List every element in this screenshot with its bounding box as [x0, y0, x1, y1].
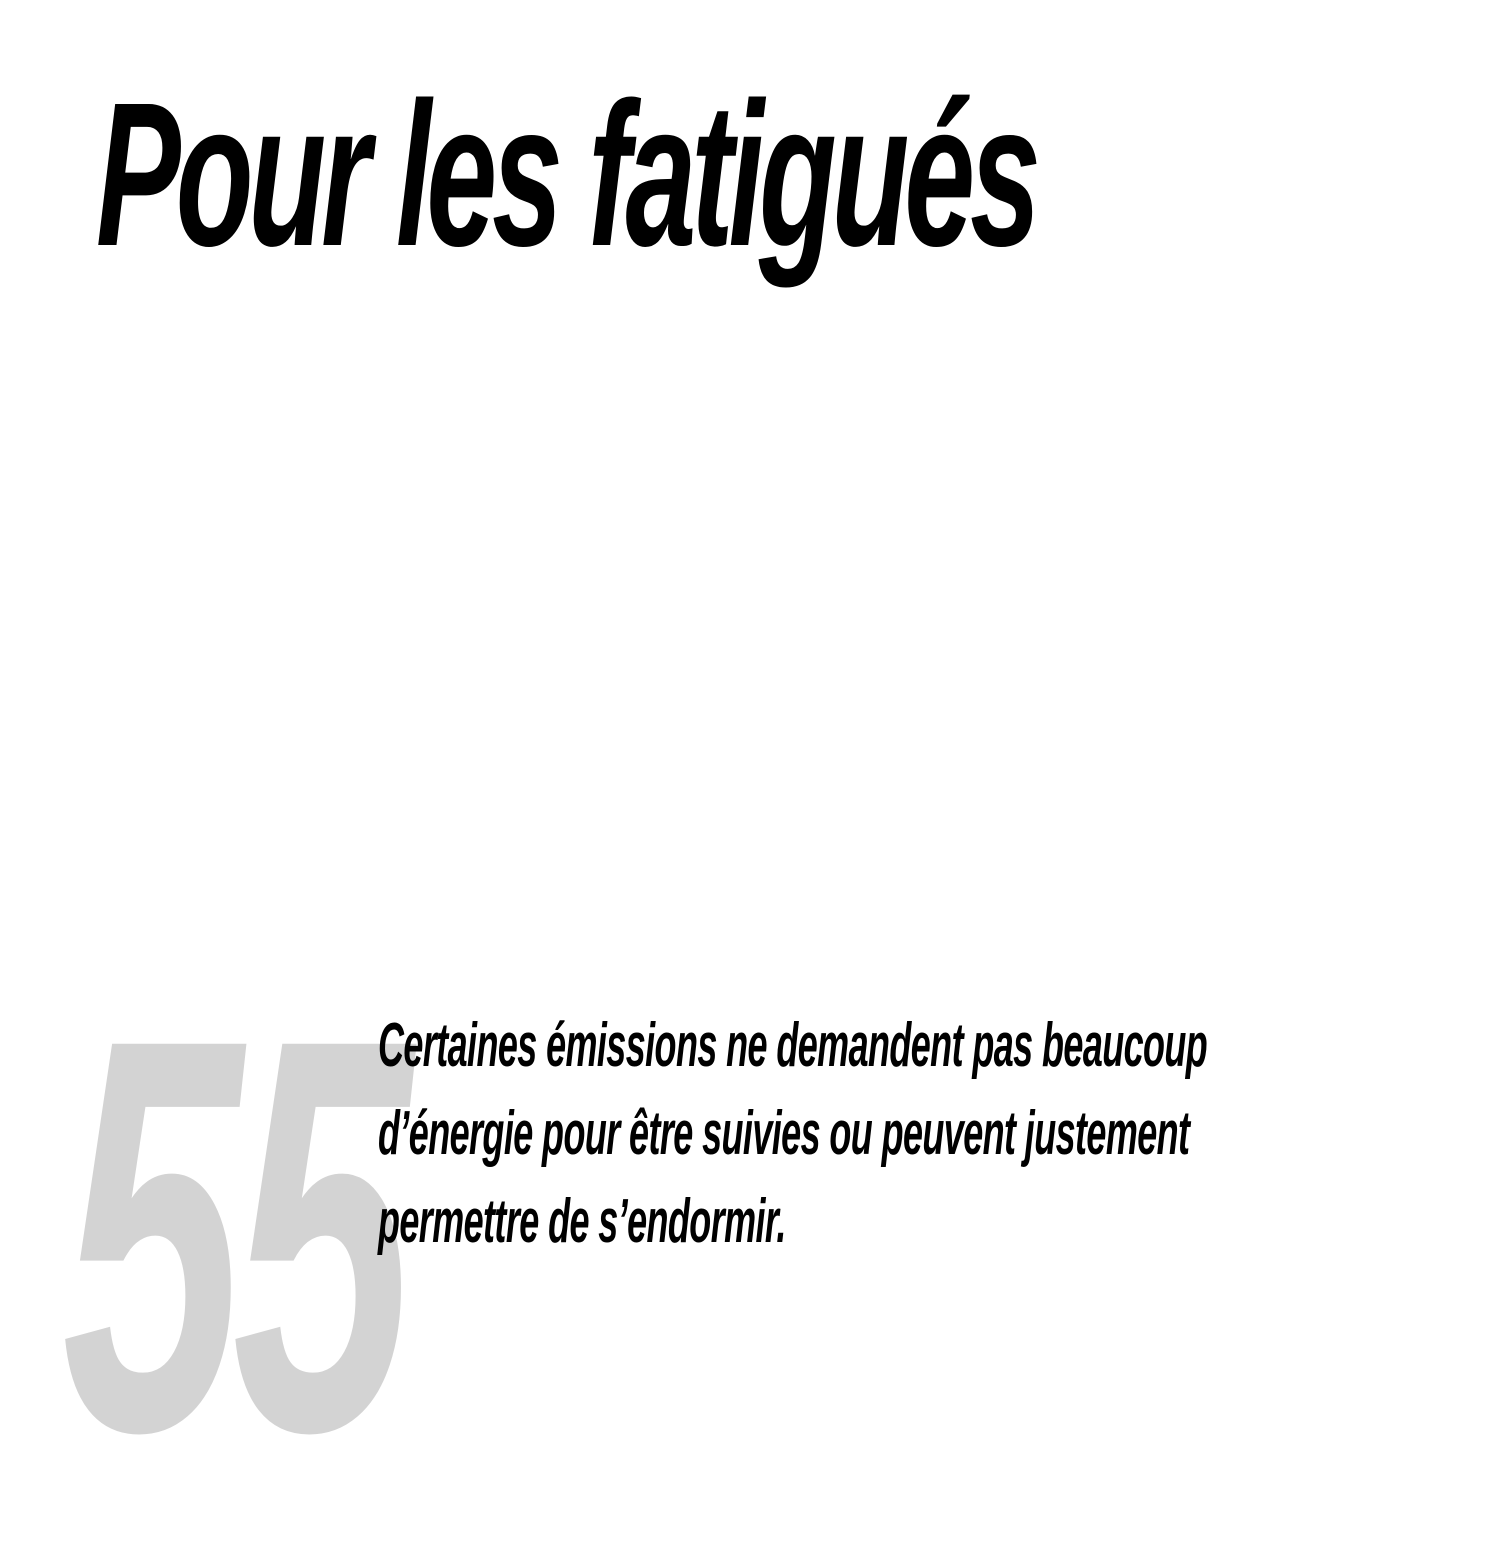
body-text: Certaines émissions ne demandent pas bea…: [378, 1002, 1410, 1266]
body-line: d’énergie pour être suivies ou peuvent j…: [378, 1099, 1190, 1168]
page-title: Pour les fatigués: [96, 60, 1041, 289]
page: Pour les fatigués 55 Certaines émissions…: [0, 0, 1500, 1515]
body-line: Certaines émissions ne demandent pas bea…: [378, 1011, 1208, 1080]
page-number-decoration: 55: [62, 922, 413, 1548]
body-line: permettre de s’endormir.: [378, 1187, 786, 1256]
